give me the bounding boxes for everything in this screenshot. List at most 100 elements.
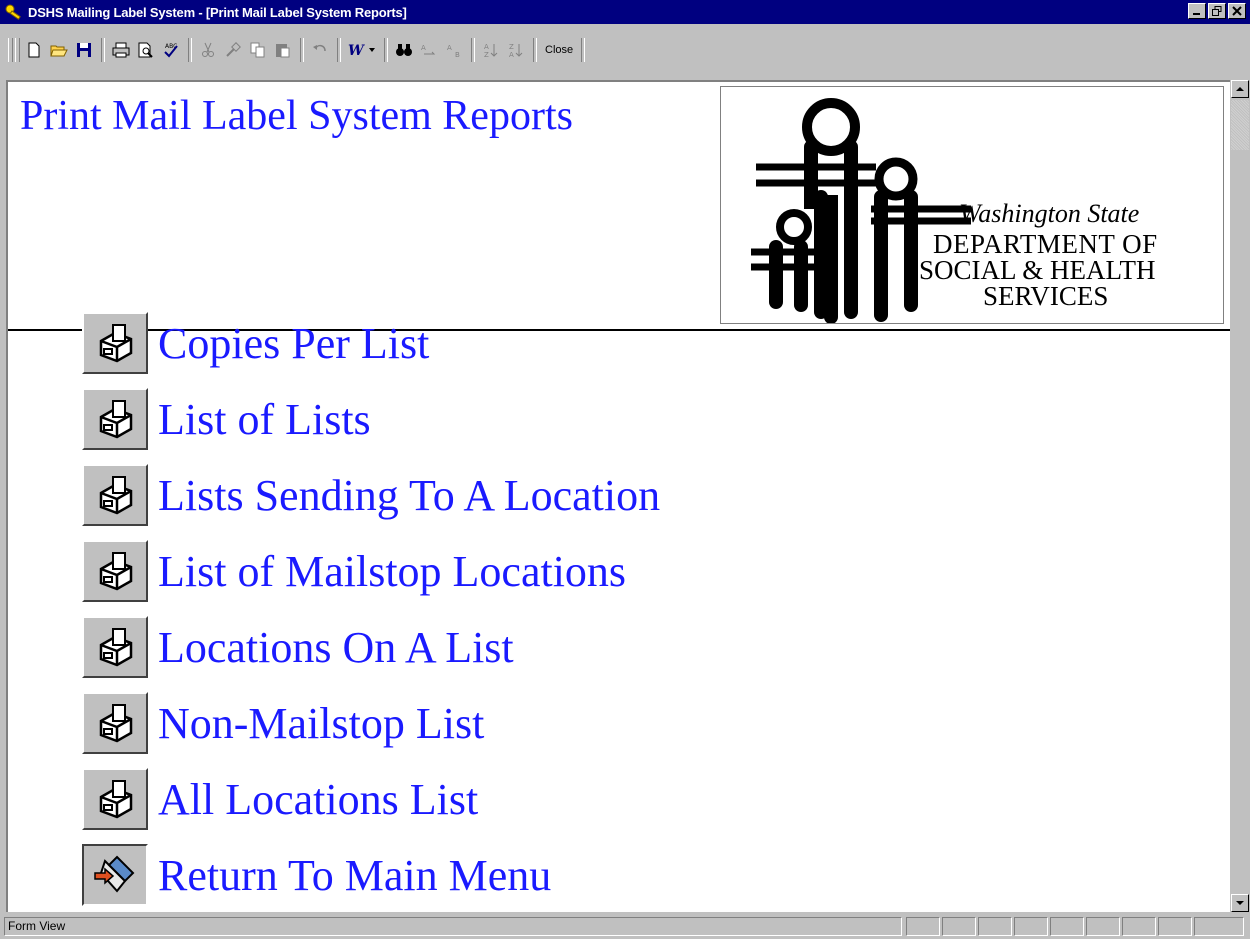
arrow-down-icon	[1236, 901, 1244, 905]
save-disk-icon	[77, 43, 91, 57]
new-document-icon	[28, 42, 40, 58]
minimize-button[interactable]	[1188, 3, 1206, 19]
page-title: Print Mail Label System Reports	[20, 93, 573, 139]
status-panel	[1050, 917, 1084, 936]
non-mailstop-list-label: Non-Mailstop List	[158, 698, 485, 748]
menu-item-non-mailstop-list[interactable]: Non-Mailstop List	[82, 692, 484, 754]
close-window-button[interactable]	[1228, 3, 1246, 19]
return-icon	[94, 855, 135, 893]
svg-text:A: A	[421, 44, 426, 52]
svg-text:A: A	[447, 44, 452, 52]
logo-line-washington-state: Washington State	[959, 199, 1140, 228]
copies-per-list-button[interactable]	[82, 312, 148, 374]
sort-ascending-button[interactable]: AZ	[479, 38, 503, 62]
toolbar-separator	[581, 38, 586, 62]
toolbar-separator	[384, 38, 388, 62]
copies-per-list-label: Copies Per List	[158, 318, 430, 368]
print-preview-icon	[138, 42, 153, 58]
office-links-button[interactable]: W	[345, 38, 379, 62]
all-locations-list-label: All Locations List	[158, 774, 479, 824]
window-title: DSHS Mailing Label System - [Print Mail …	[28, 4, 407, 20]
title-bar: DSHS Mailing Label System - [Print Mail …	[0, 0, 1250, 24]
cut-button[interactable]	[196, 38, 220, 62]
vertical-scrollbar[interactable]	[1230, 80, 1250, 912]
find-button[interactable]	[392, 38, 416, 62]
svg-text:W: W	[348, 43, 365, 58]
report-icon	[99, 324, 133, 363]
all-locations-list-button[interactable]	[82, 768, 148, 830]
list-of-lists-button[interactable]	[82, 388, 148, 450]
print-preview-button[interactable]	[134, 38, 158, 62]
status-panel	[1194, 917, 1244, 936]
status-text: Form View	[4, 917, 902, 936]
family-figures-logo-icon	[751, 98, 971, 323]
sort-descending-icon: ZA	[509, 43, 523, 58]
goto-button[interactable]: AB	[442, 38, 466, 62]
key-icon	[5, 4, 21, 20]
paste-button[interactable]	[271, 38, 295, 62]
menu-item-locations-on-a-list[interactable]: Locations On A List	[82, 616, 514, 678]
toolbar-separator	[188, 38, 192, 62]
status-panel	[1086, 917, 1120, 936]
scroll-up-button[interactable]	[1231, 80, 1249, 98]
open-button[interactable]	[47, 38, 71, 62]
toolbar-grip[interactable]	[8, 38, 13, 62]
list-of-mailstop-locations-button[interactable]	[82, 540, 148, 602]
format-painter-button[interactable]	[221, 38, 245, 62]
menu-item-copies-per-list[interactable]: Copies Per List	[82, 312, 429, 374]
status-bar: Form View	[0, 914, 1250, 939]
report-icon	[99, 400, 133, 439]
menu-item-lists-sending-to-a-location[interactable]: Lists Sending To A Location	[82, 464, 660, 526]
scroll-down-button[interactable]	[1231, 894, 1249, 912]
lists-sending-to-a-location-button[interactable]	[82, 464, 148, 526]
list-of-mailstop-locations-label: List of Mailstop Locations	[158, 546, 627, 596]
goto-icon: AB	[447, 44, 460, 58]
restore-button[interactable]	[1208, 3, 1226, 19]
menu-item-list-of-mailstop-locations[interactable]: List of Mailstop Locations	[82, 540, 626, 602]
status-panel	[1122, 917, 1156, 936]
toolbar-separator	[300, 38, 304, 62]
restore-icon	[1212, 6, 1222, 16]
toolbar-separator	[533, 38, 537, 62]
non-mailstop-list-button[interactable]	[82, 692, 148, 754]
svg-text:A: A	[484, 43, 489, 51]
menu-item-list-of-lists[interactable]: List of Lists	[82, 388, 371, 450]
copy-button[interactable]	[246, 38, 270, 62]
printer-icon	[112, 42, 130, 58]
svg-text:Z: Z	[509, 43, 514, 51]
report-icon	[99, 704, 133, 743]
word-link-icon: W	[348, 43, 375, 58]
toolbar-separator	[337, 38, 341, 62]
menu-item-all-locations-list[interactable]: All Locations List	[82, 768, 478, 830]
toolbar-separator	[471, 38, 475, 62]
list-of-lists-label: List of Lists	[158, 394, 371, 444]
undo-button[interactable]	[308, 38, 332, 62]
save-button[interactable]	[72, 38, 96, 62]
menu-item-return-to-main-menu[interactable]: Return To Main Menu	[82, 844, 551, 906]
spelling-button[interactable]: ABC	[159, 38, 183, 62]
format-painter-icon	[226, 42, 241, 57]
locations-on-a-list-label: Locations On A List	[158, 622, 514, 672]
status-panel	[1158, 917, 1192, 936]
close-icon	[1232, 6, 1242, 16]
undo-icon	[313, 44, 326, 52]
scissors-icon	[202, 42, 214, 57]
status-panel	[1014, 917, 1048, 936]
binoculars-icon	[396, 44, 412, 56]
replace-button[interactable]: A	[417, 38, 441, 62]
new-button[interactable]	[22, 38, 46, 62]
dshs-logo: Washington State DEPARTMENT OF SOCIAL & …	[720, 86, 1224, 324]
svg-text:A: A	[509, 51, 514, 58]
toolbar-separator	[101, 38, 105, 62]
report-icon	[99, 552, 133, 591]
scroll-track-indicator[interactable]	[1231, 100, 1249, 150]
toolbar-grip[interactable]	[15, 38, 20, 62]
report-icon	[99, 476, 133, 515]
close-form-button[interactable]: Close	[541, 38, 577, 62]
print-button[interactable]	[109, 38, 133, 62]
arrow-up-icon	[1236, 87, 1244, 91]
sort-descending-button[interactable]: ZA	[504, 38, 528, 62]
return-to-main-menu-button[interactable]	[82, 844, 148, 906]
report-icon	[99, 628, 133, 667]
locations-on-a-list-button[interactable]	[82, 616, 148, 678]
